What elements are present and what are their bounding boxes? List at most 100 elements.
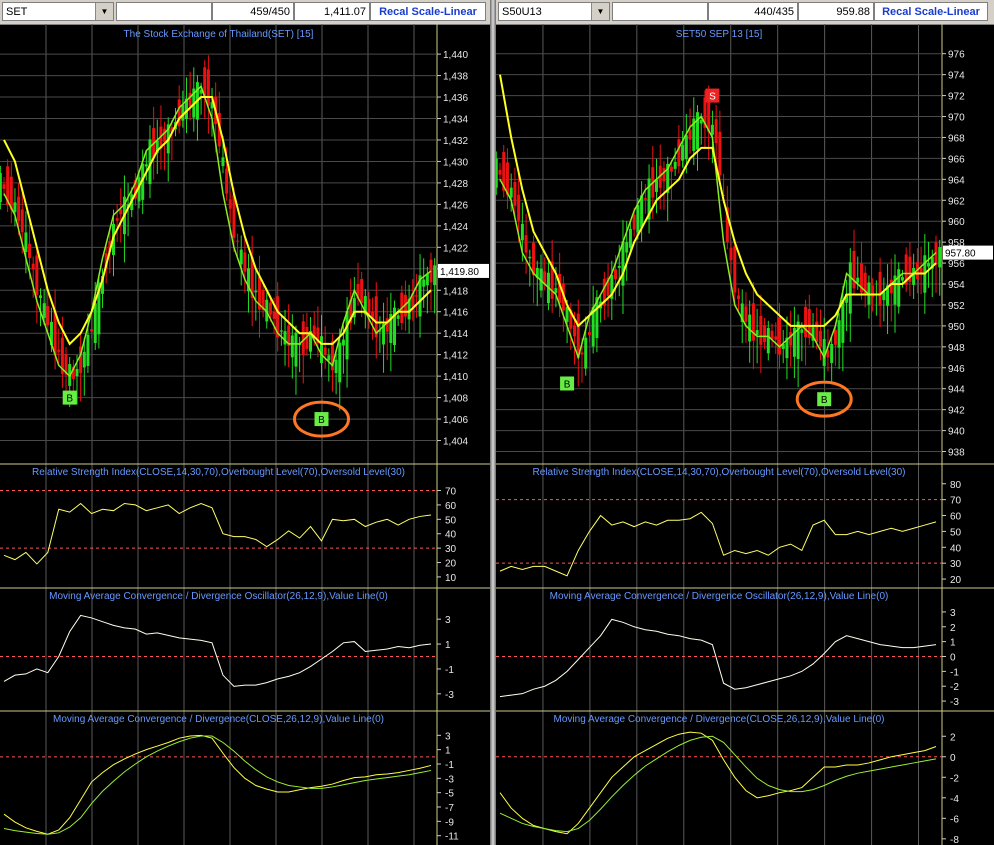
candle-body xyxy=(729,247,733,261)
chart-title: SET50 SEP 13 [15] xyxy=(676,29,763,40)
candle-body xyxy=(796,321,800,359)
y-tick-label: 972 xyxy=(948,92,965,103)
last-price-field: 959.88 xyxy=(798,2,874,21)
y-tick-label: 956 xyxy=(948,259,965,270)
y-tick-label: 968 xyxy=(948,133,965,144)
candle-body xyxy=(86,334,90,366)
chart-toolbar: SET ▼ 459/450 1,411.07 Recal Scale-Linea… xyxy=(0,0,490,25)
candle-body xyxy=(38,295,42,298)
y-tick-label: 948 xyxy=(948,343,965,354)
candle-body xyxy=(228,199,232,209)
y-tick-label: 1 xyxy=(950,638,956,649)
candle-body xyxy=(334,359,338,374)
symbol-dropdown[interactable]: SET ▼ xyxy=(2,2,114,21)
y-tick-label: 50 xyxy=(445,515,457,526)
y-tick-label: 1,434 xyxy=(443,115,468,126)
candle-body xyxy=(524,235,528,253)
candle-body xyxy=(815,321,819,343)
y-tick-label: 3 xyxy=(445,731,451,742)
y-tick-label: 1,436 xyxy=(443,93,468,104)
candle-body xyxy=(513,181,517,206)
candle-body xyxy=(744,306,748,322)
candle-body xyxy=(833,329,837,345)
chart-svg[interactable]: 9389409429449469489509529549569589609629… xyxy=(496,24,994,845)
symbol-dropdown[interactable]: S50U13 ▼ xyxy=(498,2,610,21)
candle-body xyxy=(2,184,6,189)
y-tick-label: 960 xyxy=(948,217,965,228)
candle-body xyxy=(0,172,2,203)
rsi-line xyxy=(499,511,937,577)
y-tick-label: 964 xyxy=(948,175,965,186)
candle-body xyxy=(279,330,283,332)
candle-body xyxy=(669,166,673,172)
candle-body xyxy=(889,279,893,294)
y-tick-label: -9 xyxy=(445,817,454,828)
candle-body xyxy=(294,332,298,367)
y-tick-label: 1 xyxy=(445,640,451,651)
candle-body xyxy=(367,298,371,315)
candle-body xyxy=(93,303,97,343)
y-tick-label: 1,416 xyxy=(443,308,468,319)
y-tick-label: 942 xyxy=(948,406,965,417)
candle-body xyxy=(800,329,804,333)
candle-body xyxy=(856,277,860,283)
recal-scale-button[interactable]: Recal Scale-Linear xyxy=(370,2,486,21)
candle-body xyxy=(496,158,498,188)
candle-body xyxy=(584,337,588,369)
candle-body xyxy=(17,196,21,221)
candle-body xyxy=(75,368,79,377)
y-tick-label: -4 xyxy=(950,794,959,805)
candle-body xyxy=(206,69,210,106)
candle-body xyxy=(766,327,770,354)
candle-body xyxy=(878,271,882,306)
y-tick-label: 950 xyxy=(948,322,965,333)
chevron-down-icon[interactable]: ▼ xyxy=(591,3,609,20)
chart-panel-s50: S50U13 ▼ 440/435 959.88 Recal Scale-Line… xyxy=(496,0,994,845)
candle-body xyxy=(188,92,192,107)
candle-body xyxy=(628,228,632,248)
candle-body xyxy=(543,271,547,284)
candle-body xyxy=(115,218,119,221)
chevron-down-icon[interactable]: ▼ xyxy=(95,3,113,20)
y-tick-label: 1,412 xyxy=(443,351,468,362)
y-tick-label: 50 xyxy=(950,527,962,538)
candle-body xyxy=(20,209,24,233)
candle-body xyxy=(46,306,50,326)
y-tick-label: -8 xyxy=(950,835,959,845)
candle-body xyxy=(338,342,342,383)
candle-body xyxy=(938,246,942,268)
y-tick-label: 974 xyxy=(948,71,965,82)
candle-body xyxy=(520,223,524,241)
y-tick-label: 3 xyxy=(445,615,451,626)
chart-svg[interactable]: 1,404 1,406 1,408 1,410 1,412 1,414 1,416 1,418… xyxy=(0,24,490,845)
candle-body xyxy=(830,344,834,363)
candle-body xyxy=(82,351,86,368)
candle-body xyxy=(28,243,32,259)
candle-body xyxy=(163,128,167,143)
y-tick-label: 1 xyxy=(445,746,451,757)
rsi-line xyxy=(3,502,432,565)
y-tick-label: 20 xyxy=(445,559,457,570)
candle-body xyxy=(673,161,677,169)
ma-fast-line xyxy=(499,115,937,360)
candle-body xyxy=(31,263,35,270)
candle-body xyxy=(243,252,247,272)
candle-body xyxy=(360,278,364,304)
candle-body xyxy=(422,279,426,287)
y-tick-label: 944 xyxy=(948,385,965,396)
ma-slow-line xyxy=(3,96,432,346)
candle-body xyxy=(327,355,331,361)
candle-body xyxy=(763,325,767,343)
candle-body xyxy=(774,336,778,340)
chart-toolbar: S50U13 ▼ 440/435 959.88 Recal Scale-Line… xyxy=(496,0,994,25)
candle-body xyxy=(804,306,808,338)
recal-scale-button[interactable]: Recal Scale-Linear xyxy=(874,2,988,21)
pane-title: Relative Strength Index(CLOSE,14,30,70),… xyxy=(32,467,405,478)
candle-body xyxy=(517,194,521,221)
macd-line xyxy=(499,731,937,835)
candle-body xyxy=(710,124,714,135)
candle-body xyxy=(714,119,718,144)
y-tick-label: -1 xyxy=(445,665,454,676)
pane-title: Moving Average Convergence / Divergence … xyxy=(49,591,388,602)
candle-body xyxy=(573,325,577,337)
